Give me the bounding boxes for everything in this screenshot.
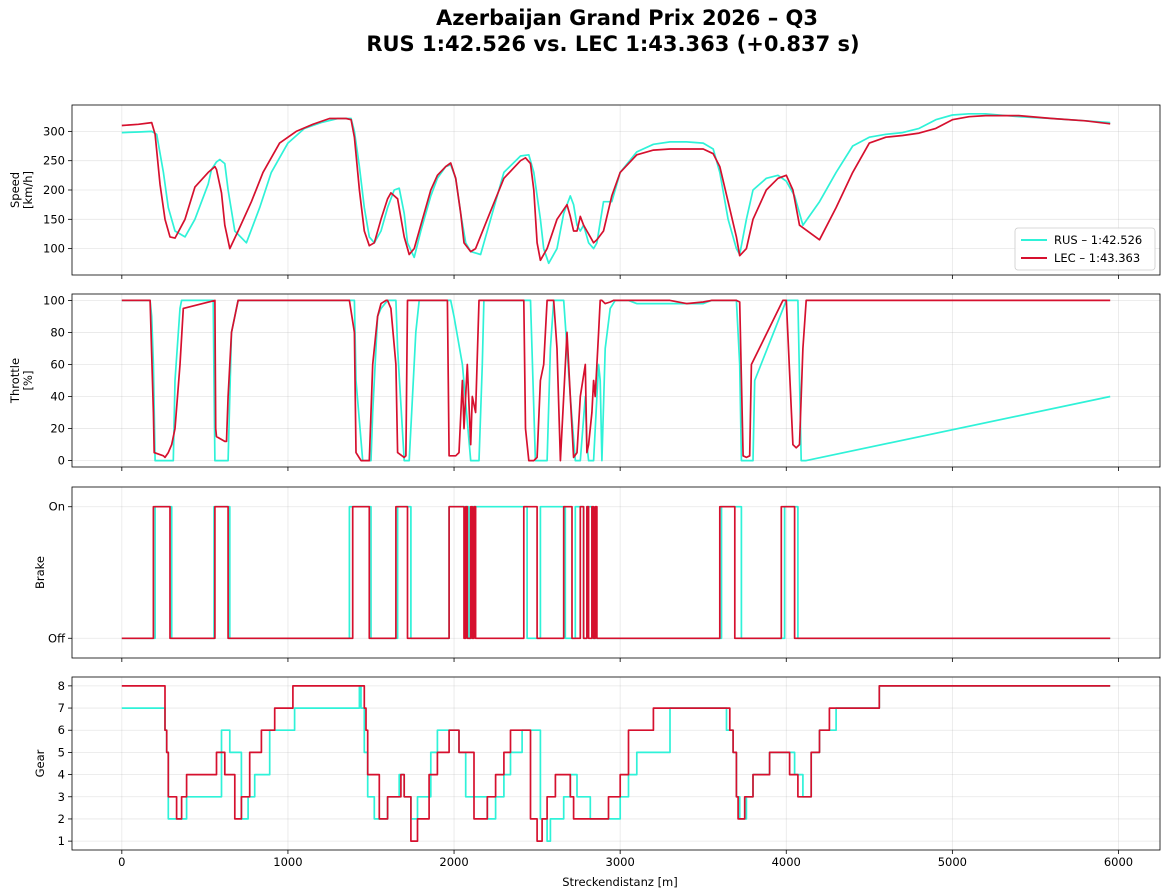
y-tick-label: 40 (50, 390, 65, 404)
y-tick-label: 200 (43, 183, 65, 197)
y-tick-label: 250 (43, 154, 65, 168)
x-tick-label: 2000 (439, 855, 468, 869)
axes-frame-throttle (71, 293, 1161, 468)
x-tick-label: 3000 (606, 855, 635, 869)
legend-label-0: RUS – 1:42.526 (1054, 233, 1142, 247)
y-tick-label: 300 (43, 124, 65, 138)
panel-brake: Off On Brake (33, 486, 1161, 662)
x-tick-label: 5000 (938, 855, 967, 869)
panel-throttle: 0 20 40 60 80 100 Throttle [%] (8, 293, 1161, 471)
y-tick-label: 1 (58, 834, 65, 848)
y-tick-label: 80 (50, 325, 65, 339)
panel-speed: 100 150 200 250 300 Speed [km/h] RUS – 1:42.526… (8, 104, 1161, 279)
x-tick-label: 6000 (1104, 855, 1133, 869)
y-axis-label-speed: Speed (8, 172, 22, 208)
y-axis-label-throttle: Throttle (8, 358, 22, 404)
y-axis-label-brake: Brake (33, 556, 47, 589)
y-axis-unit-throttle: [%] (21, 371, 35, 391)
y-axis-unit-speed: [km/h] (21, 171, 35, 209)
y-tick-label: 100 (43, 293, 65, 307)
legend: RUS – 1:42.526 LEC – 1:43.363 (1014, 227, 1156, 271)
y-tick-label: Off (48, 631, 66, 645)
chart-title-line1: Azerbaijan Grand Prix 2026 – Q3 (436, 6, 818, 30)
chart-title-line2: RUS 1:42.526 vs. LEC 1:43.363 (+0.837 s) (366, 32, 859, 56)
axes-frame-brake (71, 486, 1161, 659)
y-tick-label: 8 (58, 679, 65, 693)
series-line-brake-1 (121, 505, 1111, 640)
panel-gear: 0 1000 2000 3000 4000 5000 6000 1 2 3 4 5 6 7 8 Gear (33, 676, 1161, 869)
y-tick-label: 0 (58, 454, 65, 468)
y-tick-label: On (49, 500, 65, 514)
y-tick-label: 20 (50, 422, 65, 436)
series-line-throttle-0 (121, 299, 1111, 462)
telemetry-chart: Azerbaijan Grand Prix 2026 – Q3 RUS 1:42… (8, 6, 1161, 889)
axes-frame-gear (71, 676, 1161, 851)
y-tick-label: 5 (58, 745, 65, 759)
series-line-throttle-1 (121, 299, 1111, 462)
series-line-gear-0 (121, 685, 1111, 842)
y-tick-label: 7 (58, 701, 65, 715)
legend-label-1: LEC – 1:43.363 (1054, 251, 1140, 265)
x-axis-label: Streckendistanz [m] (562, 875, 678, 889)
x-tick-label: 1000 (273, 855, 302, 869)
y-axis-label-gear: Gear (33, 749, 47, 777)
y-tick-label: 60 (50, 357, 65, 371)
series-line-speed-0 (121, 112, 1111, 265)
y-tick-label: 4 (58, 768, 65, 782)
x-tick-label: 4000 (772, 855, 801, 869)
panels-group: 100150200250300Speed [km/h]RUS – 1:42.526… (8, 104, 1161, 869)
y-tick-label: 100 (43, 242, 65, 256)
x-tick-label: 0 (118, 855, 125, 869)
y-tick-label: 6 (58, 723, 65, 737)
series-line-brake-0 (121, 505, 1111, 640)
y-tick-label: 150 (43, 212, 65, 226)
y-tick-label: 2 (58, 812, 65, 826)
y-tick-label: 3 (58, 790, 65, 804)
